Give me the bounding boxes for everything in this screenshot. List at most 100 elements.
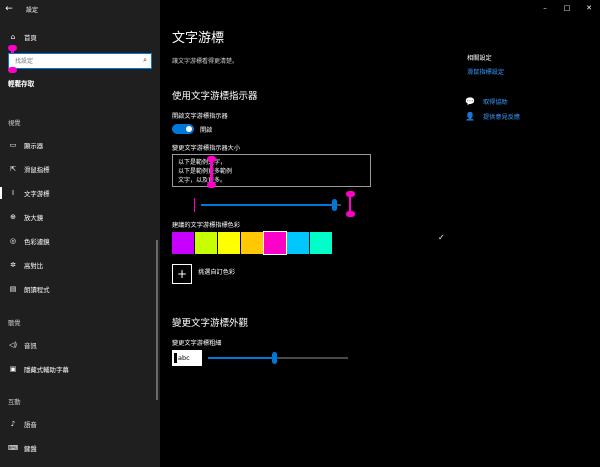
sidebar-item-label: 音訊 — [24, 341, 37, 350]
sidebar-item-label: 高對比 — [24, 261, 44, 270]
color-swatch[interactable] — [310, 232, 332, 254]
sidebar-item-color-filters[interactable]: ◎ 色彩濾鏡 — [0, 230, 160, 252]
back-button[interactable]: ← — [0, 0, 18, 18]
sidebar-item-label: 滑鼠指標 — [24, 165, 50, 174]
sidebar-item-mouse-pointer[interactable]: ⇱ 滑鼠指標 — [0, 158, 160, 180]
color-swatch[interactable] — [263, 231, 287, 255]
color-label: 建議的文字游標指標色彩 — [172, 222, 241, 229]
section-hearing: 聽覺 — [8, 320, 21, 327]
size-slider-fill — [201, 204, 334, 206]
sidebar-item-narrator[interactable]: ▤ 朗讀程式 — [0, 278, 160, 300]
appearance-heading: 變更文字游標外觀 — [172, 318, 249, 329]
indicator-toggle-state: 開啟 — [200, 127, 213, 134]
preview-cursor-indicator-bottom — [207, 182, 216, 188]
section-vision: 視覺 — [8, 120, 21, 127]
window-title: 設定 — [26, 6, 39, 14]
section-interaction: 互動 — [8, 399, 21, 406]
size-slider-max-icon-bottom — [346, 211, 355, 217]
color-swatch[interactable] — [287, 232, 309, 254]
close-button[interactable]: ✕ — [578, 0, 600, 16]
minimize-button[interactable]: – — [534, 0, 556, 16]
thickness-slider-fill — [208, 357, 274, 359]
custom-color-button[interactable]: + — [172, 264, 192, 284]
get-help-row[interactable]: 💬 取得協助 — [465, 97, 508, 106]
sidebar-item-label: 顯示器 — [24, 141, 44, 150]
help-chat-icon: 💬 — [465, 97, 475, 106]
sidebar-item-label: 隱藏式輔助字幕 — [24, 365, 69, 374]
home-icon: ⌂ — [10, 33, 16, 41]
indicator-toggle[interactable] — [172, 124, 194, 134]
keyboard-icon: ⌨ — [7, 444, 19, 452]
easy-access-heading: 輕鬆存取 — [8, 80, 35, 88]
window-controls: – □ ✕ — [534, 0, 600, 16]
mouse-pointer-icon: ⇱ — [10, 165, 16, 173]
related-settings-title: 相關設定 — [467, 55, 492, 62]
high-contrast-icon: ✲ — [10, 261, 16, 269]
feedback-row[interactable]: 👤 提供意見反應 — [465, 112, 520, 121]
sidebar-item-display[interactable]: ▭ 顯示器 — [0, 134, 160, 156]
get-help-link[interactable]: 取得協助 — [483, 97, 508, 106]
plus-icon: + — [176, 267, 188, 281]
sidebar: ← 設定 ⌂ 首頁 ⌕ 輕鬆存取 視覺 ▭ 顯示器 ⇱ 滑鼠指標 I 文字游標 … — [0, 0, 160, 467]
search-icon[interactable]: ⌕ — [143, 56, 147, 65]
color-filter-icon: ◎ — [9, 237, 17, 245]
thickness-preview: abc — [172, 350, 202, 366]
title-bar: ← 設定 — [0, 0, 38, 18]
main-panel: – □ ✕ 文字游標 讓文字游標看得更清楚。 使用文字游標指示器 開啟文字游標指… — [160, 0, 600, 467]
color-swatch[interactable] — [218, 232, 240, 254]
text-cursor-indicator-top — [8, 45, 17, 51]
back-arrow-icon: ← — [5, 4, 13, 14]
color-swatch[interactable] — [195, 232, 217, 254]
text-cursor-indicator-bottom — [8, 67, 17, 73]
custom-color-label[interactable]: 挑選自訂色彩 — [198, 267, 235, 276]
sidebar-item-label: 語音 — [24, 420, 37, 429]
indicator-toggle-label: 開啟文字游標指示器 — [172, 113, 228, 120]
size-slider-thumb[interactable] — [332, 199, 337, 211]
sidebar-scrollbar[interactable] — [156, 240, 158, 400]
monitor-icon: ▭ — [9, 141, 17, 149]
sidebar-item-high-contrast[interactable]: ✲ 高對比 — [0, 254, 160, 276]
thickness-label: 變更文字游標粗細 — [172, 340, 222, 347]
color-swatch[interactable] — [172, 232, 194, 254]
preview-cursor-indicator-top — [207, 156, 216, 162]
color-swatch[interactable] — [241, 232, 263, 254]
microphone-icon: ♪ — [10, 420, 16, 428]
audio-icon: ◁) — [8, 341, 18, 349]
check-icon: ✓ — [438, 233, 445, 242]
feedback-icon: 👤 — [465, 112, 475, 121]
sidebar-item-home[interactable]: ⌂ 首頁 — [0, 26, 160, 48]
sidebar-item-label: 放大鏡 — [24, 213, 44, 222]
text-cursor-icon: I — [11, 189, 15, 197]
indicator-heading: 使用文字游標指示器 — [172, 91, 258, 102]
thickness-caret — [174, 353, 177, 363]
sidebar-item-label: 色彩濾鏡 — [24, 237, 50, 246]
sidebar-item-label: 朗讀程式 — [24, 285, 50, 294]
mouse-pointer-settings-link[interactable]: 滑鼠指標設定 — [467, 67, 504, 76]
sidebar-item-label: 文字游標 — [24, 189, 50, 198]
narrator-icon: ▤ — [9, 285, 17, 293]
sidebar-item-closed-captions[interactable]: ▣ 隱藏式輔助字幕 — [0, 358, 160, 380]
feedback-link[interactable]: 提供意見反應 — [483, 112, 520, 121]
sidebar-item-text-cursor[interactable]: I 文字游標 — [0, 182, 160, 204]
sidebar-item-keyboard[interactable]: ⌨ 鍵盤 — [0, 437, 160, 459]
search-input[interactable] — [9, 54, 129, 68]
size-label: 變更文字游標指示器大小 — [172, 145, 241, 152]
thickness-slider-thumb[interactable] — [272, 352, 277, 364]
sidebar-item-magnifier[interactable]: ⊕ 放大鏡 — [0, 206, 160, 228]
search-box[interactable]: ⌕ — [8, 53, 152, 69]
toggle-knob — [186, 126, 192, 132]
page-title: 文字游標 — [172, 31, 225, 46]
magnifier-icon: ⊕ — [10, 213, 16, 221]
size-slider-min-icon — [194, 198, 195, 212]
sidebar-item-label: 鍵盤 — [24, 444, 37, 453]
thickness-sample-text: abc — [178, 354, 190, 362]
sidebar-item-audio[interactable]: ◁) 音訊 — [0, 334, 160, 356]
preview-line: 以下是範例更多範例 — [178, 168, 233, 175]
sidebar-item-speech[interactable]: ♪ 語音 — [0, 413, 160, 435]
maximize-button[interactable]: □ — [556, 0, 578, 16]
closed-captions-icon: ▣ — [9, 365, 17, 373]
page-description: 讓文字游標看得更清楚。 — [172, 58, 239, 65]
sidebar-item-label: 首頁 — [24, 33, 37, 42]
preview-text-box: 以下是範例文字， 以下是範例更多範例 文字，以及更多。 — [172, 154, 371, 187]
size-slider-max-icon-top — [346, 191, 355, 197]
